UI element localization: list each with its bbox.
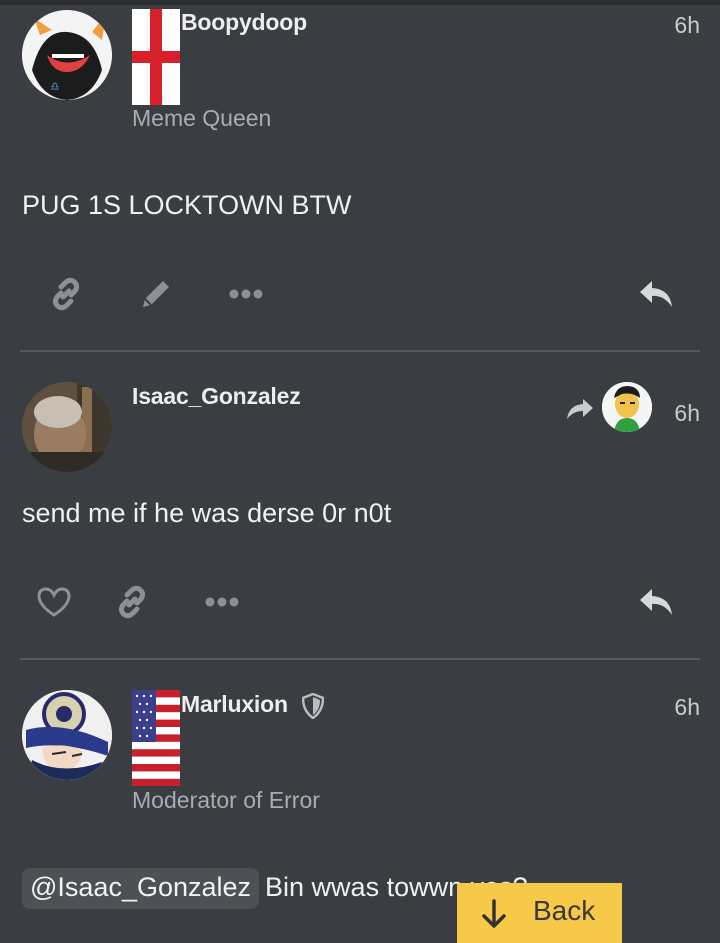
post-time[interactable]: 6h <box>674 12 700 39</box>
svg-text:♎: ♎ <box>50 80 60 93</box>
reply-icon <box>640 589 672 615</box>
post-body: PUG 1S LOCKTOWN BTW <box>22 190 352 220</box>
moderator-badge <box>301 692 326 720</box>
edit-button[interactable] <box>134 272 178 316</box>
post-time[interactable]: 6h <box>674 400 700 427</box>
more-options-button[interactable] <box>200 580 244 624</box>
link-icon <box>118 585 146 619</box>
troll-avatar-icon: ♎ <box>22 10 112 100</box>
ellipsis-icon <box>229 289 263 299</box>
share-arrow-icon <box>567 399 593 419</box>
back-button[interactable]: Back <box>457 883 622 943</box>
avatar[interactable]: ♎ <box>22 10 112 100</box>
reply-to-indicator[interactable] <box>560 387 600 431</box>
post-body: send me if he was derse 0r n0t <box>22 498 392 528</box>
anime-avatar-icon <box>22 690 112 780</box>
username[interactable]: Isaac_Gonzalez <box>132 383 301 410</box>
usa-flag-icon <box>132 690 180 786</box>
user-title: Meme Queen <box>132 105 272 131</box>
link-icon <box>52 277 80 311</box>
back-button-label: Back <box>533 895 596 926</box>
post-body: @Isaac_Gonzalez Bin wwas towwn yes? <box>22 868 528 909</box>
avatar[interactable] <box>22 382 112 472</box>
england-flag-icon <box>132 9 180 105</box>
post-time[interactable]: 6h <box>674 694 700 721</box>
green-shirt-avatar-icon <box>602 382 652 432</box>
photo-avatar-icon <box>22 382 112 472</box>
more-options-button[interactable] <box>224 272 268 316</box>
ellipsis-icon <box>205 597 239 607</box>
reply-icon <box>640 281 672 307</box>
reply-button[interactable] <box>634 272 678 316</box>
post-isaac-gonzalez: Isaac_Gonzalez 6h send me if he was ders… <box>0 352 720 658</box>
username[interactable]: Marluxion <box>181 691 288 718</box>
user-title: Moderator of Error <box>132 787 320 813</box>
reply-to-avatar[interactable] <box>602 382 652 432</box>
copy-link-button[interactable] <box>110 580 154 624</box>
like-button[interactable] <box>32 580 76 624</box>
username[interactable]: Boopydoop <box>181 9 307 36</box>
post-boopydoop: ♎ Boopydoop 6h Meme Queen PUG 1S LOCKTOW… <box>0 0 720 350</box>
arrow-down-icon <box>482 899 506 928</box>
shield-icon <box>301 692 325 720</box>
copy-link-button[interactable] <box>44 272 88 316</box>
pencil-icon <box>143 281 169 307</box>
user-mention-link[interactable]: @Isaac_Gonzalez <box>22 868 260 909</box>
heart-icon <box>37 587 71 617</box>
reply-button[interactable] <box>634 580 678 624</box>
avatar[interactable] <box>22 690 112 780</box>
